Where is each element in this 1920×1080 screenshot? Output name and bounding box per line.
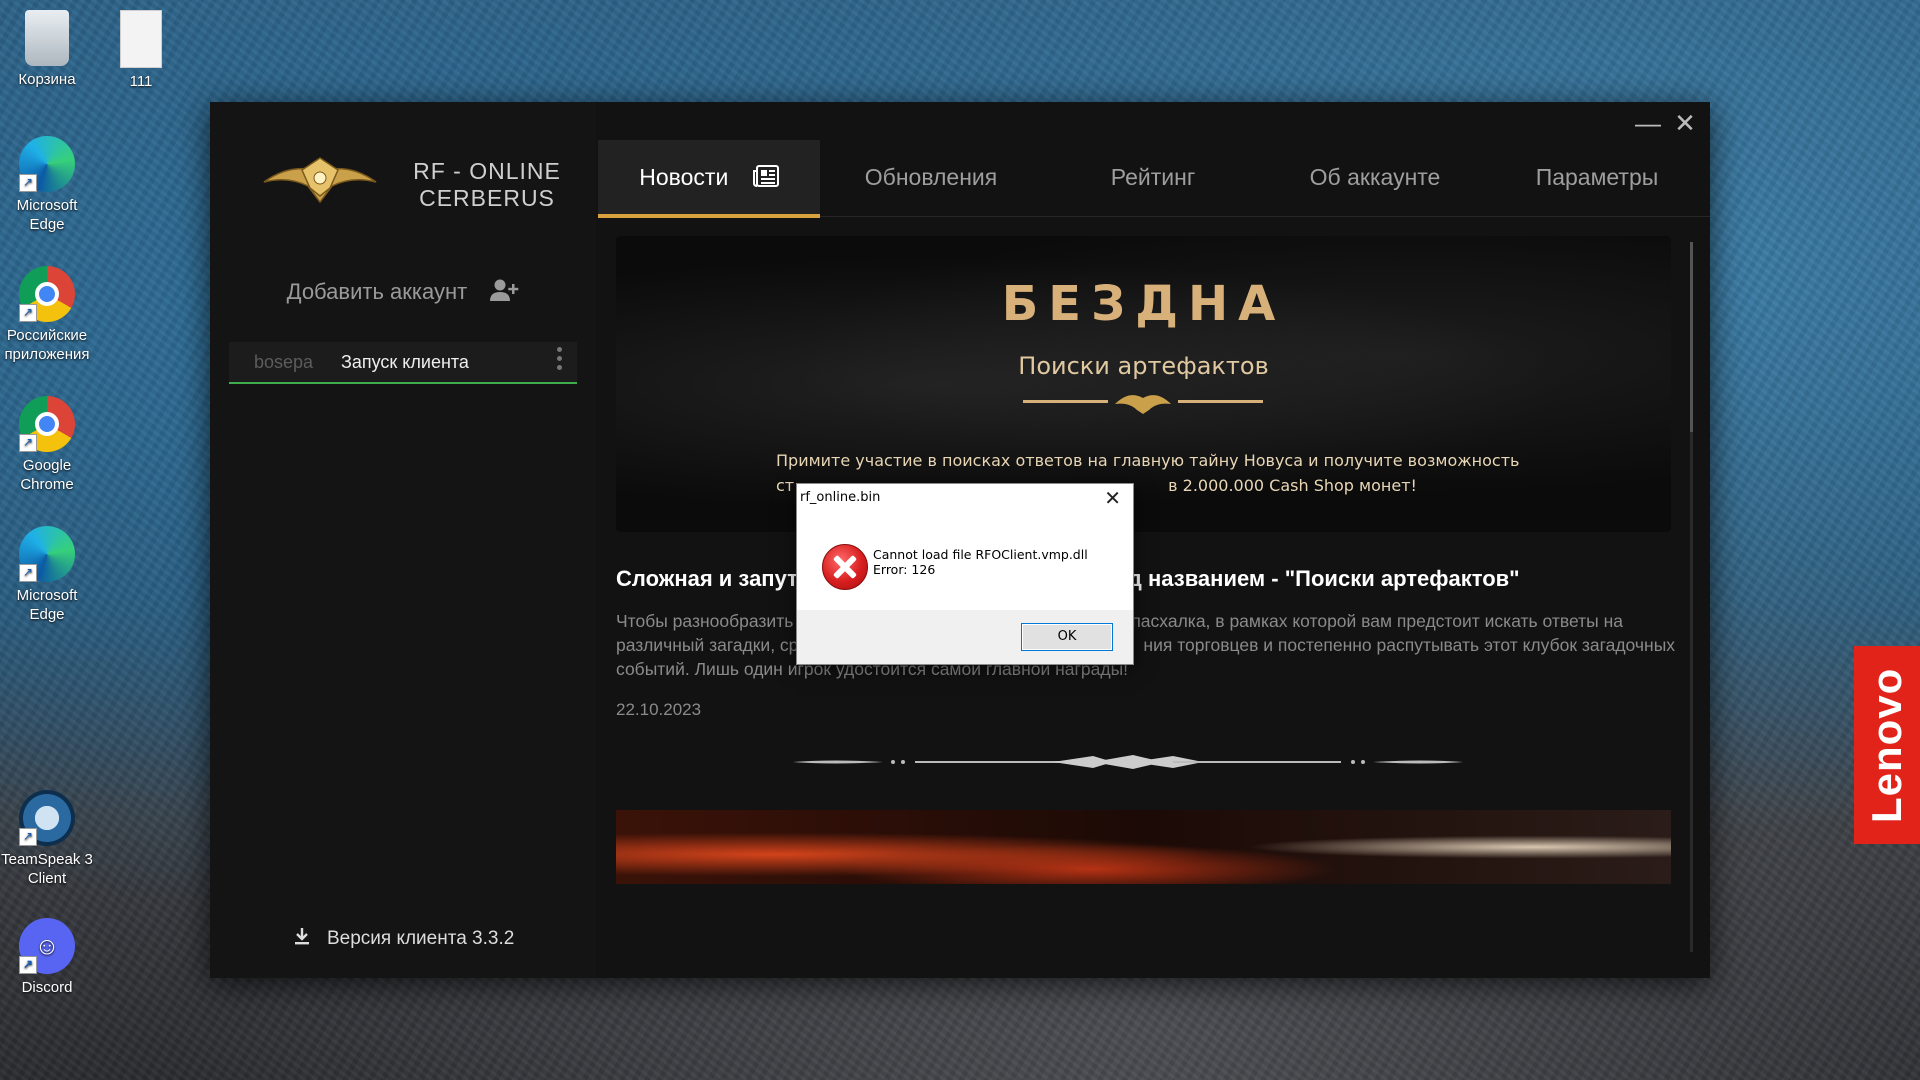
lenovo-brand-tag: Lenovo [1854, 646, 1920, 844]
client-version-label: Версия клиента 3.3.2 [326, 928, 515, 950]
desktop-icon-discord[interactable]: ☺ ↗ Discord [0, 918, 94, 997]
client-version: Версия клиента 3.3.2 [210, 926, 596, 952]
scrollbar-thumb[interactable] [1690, 242, 1693, 432]
dialog-title: rf_online.bin [800, 490, 881, 505]
teamspeak-icon: ↗ [19, 790, 75, 846]
desktop-icon-label: 111 [129, 73, 153, 90]
article-text-line1-end: пасхалка, в рамках которой вам предстоит… [1131, 611, 1624, 631]
article-text-line3: событий. Лишь один игрок удостоится само… [616, 659, 1129, 679]
desktop-icon-label: Microsoft Edge [16, 197, 78, 233]
dialog-close-icon[interactable]: ✕ [1104, 486, 1121, 511]
newspaper-icon [752, 142, 779, 216]
tab-updates[interactable]: Обновления [820, 140, 1042, 214]
banner-title: БЕЗДНА [1001, 276, 1286, 332]
sidebar: RF - ONLINE CERBERUS Добавить аккаунт bo… [210, 102, 596, 978]
tab-rating[interactable]: Рейтинг [1042, 140, 1264, 214]
article-date: 22.10.2023 [616, 700, 702, 719]
tab-bar: Новости Обновления Рейтинг Об аккаунте П… [598, 140, 1710, 218]
edge-icon: ↗ [19, 136, 75, 192]
banner-subtitle: Поиски артефактов [1018, 352, 1269, 380]
add-account-label: Добавить аккаунт [286, 278, 468, 304]
desktop-icon-russian-apps[interactable]: ↗ Российские приложения [0, 266, 94, 364]
logo-text: RF - ONLINE CERBERUS [402, 158, 572, 212]
chrome-icon: ↗ [19, 396, 75, 452]
tab-account[interactable]: Об аккаунте [1264, 140, 1486, 214]
desktop-icon-label: Google Chrome [20, 457, 74, 493]
article-title-end: д названием - "Поиски артефактов" [1127, 566, 1520, 591]
desktop-icon-label: TeamSpeak 3 Client [1, 851, 93, 887]
close-button[interactable]: ✕ [1665, 108, 1705, 139]
news-banner[interactable]: БЕЗДНА Поиски артефактов Примите участие… [616, 236, 1671, 532]
article-text-line1-start: Чтобы разнообразить [616, 611, 794, 631]
desktop-icon-file-111[interactable]: 111 [94, 10, 188, 91]
content-scrollbar[interactable] [1690, 242, 1693, 952]
recycle-bin-icon [25, 10, 69, 66]
account-row[interactable]: bosepa Запуск клиента [229, 342, 577, 384]
desktop-icon-label: Microsoft Edge [16, 587, 78, 623]
banner-text-line1: Примите участие в поисках ответов на гла… [776, 451, 1520, 470]
desktop-icon-label: Discord [21, 979, 73, 996]
article-text-line2: различный загадки, ср ния торговцев и пос… [616, 633, 1676, 657]
article-title-start: Сложная и запут [616, 566, 798, 591]
shortcut-arrow-icon: ↗ [19, 174, 37, 192]
ok-button[interactable]: OK [1021, 623, 1113, 651]
desktop-icon-chrome[interactable]: ↗ Google Chrome [0, 396, 94, 494]
dialog-message-line1: Cannot load file RFOClient.vmp.dll [873, 547, 1088, 562]
shortcut-arrow-icon: ↗ [19, 304, 37, 322]
banner-text-line2-start: ст [776, 476, 795, 495]
launch-client-button[interactable]: Запуск клиента [341, 352, 469, 373]
logo-text-line1: RF - ONLINE [413, 158, 561, 184]
file-icon [120, 10, 162, 68]
desktop-icon-recycle-bin[interactable]: Корзина [0, 10, 94, 89]
logo-text-line2: CERBERUS [419, 185, 555, 211]
news-banner-2[interactable] [616, 810, 1671, 884]
banner-ornament-icon [1023, 395, 1263, 414]
article-text-line2-start: различный загадки, ср [616, 635, 799, 655]
download-icon [292, 926, 312, 952]
tab-news[interactable]: Новости [598, 140, 820, 218]
more-options-icon[interactable] [557, 347, 565, 370]
banner-text-line2-end: в 2.000.000 Cash Shop монет! [1168, 476, 1417, 495]
add-user-icon [489, 278, 519, 308]
dialog-message: Cannot load file RFOClient.vmp.dll Error… [873, 547, 1088, 577]
tab-news-label: Новости [639, 164, 729, 190]
edge-icon: ↗ [19, 526, 75, 582]
account-name: bosepa [254, 352, 314, 372]
article-text-line2-end: ния торговцев и постепенно распутывать э… [1143, 635, 1676, 655]
discord-icon: ☺ ↗ [19, 918, 75, 974]
article-text-line1: Чтобы разнообразить пасхалка, в рамках ко… [616, 609, 1676, 633]
dialog-message-line2: Error: 126 [873, 562, 936, 577]
error-icon [822, 544, 868, 590]
error-dialog: rf_online.bin ✕ Cannot load file RFOClie… [796, 483, 1134, 665]
tab-settings[interactable]: Параметры [1486, 140, 1708, 214]
minimize-button[interactable]: — [1628, 108, 1668, 139]
desktop-icon-label: Российские приложения [4, 327, 90, 363]
ornament-divider-icon [793, 755, 1463, 769]
chrome-icon: ↗ [19, 266, 75, 322]
add-account-button[interactable]: Добавить аккаунт [210, 278, 596, 308]
desktop-icon-edge-2[interactable]: ↗ Microsoft Edge [0, 526, 94, 624]
shortcut-arrow-icon: ↗ [19, 956, 37, 974]
desktop-icon-label: Корзина [18, 71, 76, 88]
article-title[interactable]: Сложная и запут д названием - "Поиски арт… [616, 566, 1676, 592]
rf-online-logo-icon [263, 157, 377, 204]
article-text: Чтобы разнообразить пасхалка, в рамках ко… [616, 609, 1676, 681]
desktop-icon-edge[interactable]: ↗ Microsoft Edge [0, 136, 94, 234]
shortcut-arrow-icon: ↗ [19, 434, 37, 452]
shortcut-arrow-icon: ↗ [19, 564, 37, 582]
desktop-icon-teamspeak[interactable]: ↗ TeamSpeak 3 Client [0, 790, 94, 888]
news-feed: БЕЗДНА Поиски артефактов Примите участие… [598, 216, 1688, 978]
shortcut-arrow-icon: ↗ [19, 828, 37, 846]
